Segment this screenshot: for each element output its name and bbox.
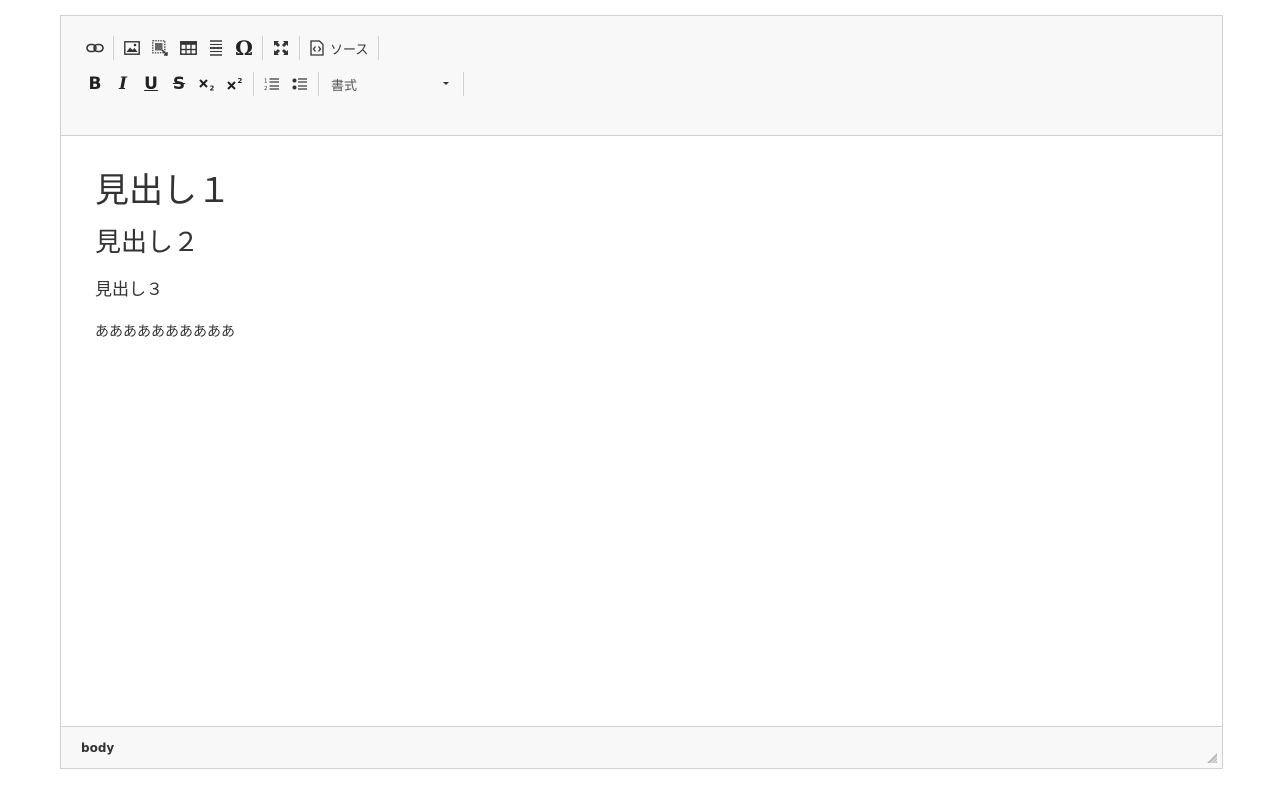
paragraph: ああああああああああ (95, 324, 235, 340)
italic-label: I (119, 74, 127, 94)
toolbar-row-2: B I U S 2 2 1 2 書式 (81, 68, 1222, 100)
underline-label: U (144, 74, 158, 94)
table-icon (179, 41, 197, 55)
heading-3: 見出し３ (95, 280, 163, 300)
element-path-body[interactable]: body (81, 741, 114, 755)
link-icon (86, 43, 104, 53)
toolbar-group-basicstyles: B I U S 2 2 (81, 70, 249, 98)
toolbar-separator (463, 72, 464, 96)
editor-content-area[interactable]: 見出し１ 見出し２ 見出し３ ああああああああああ (61, 136, 1222, 728)
special-char-button[interactable]: Ω (230, 34, 258, 62)
superscript-button[interactable]: 2 (221, 70, 249, 98)
toolbar-row-1: Ω ソース (81, 32, 1222, 64)
bulleted-list-button[interactable] (286, 70, 314, 98)
toolbar-group-styles: 書式 (323, 70, 459, 98)
toolbar-separator (253, 72, 254, 96)
editor-toolbar: Ω ソース B I U S 2 2 1 2 書式 (61, 16, 1222, 136)
strike-label: S (172, 74, 186, 94)
numbered-list-icon: 1 2 (264, 78, 279, 91)
maximize-icon (274, 41, 288, 55)
svg-text:2: 2 (210, 85, 215, 92)
subscript-icon: 2 (199, 79, 215, 92)
rich-text-editor: Ω ソース B I U S 2 2 1 2 書式 見出し１ 見出し２ 見出し３ … (60, 15, 1223, 769)
toolbar-separator (378, 36, 380, 60)
source-button-label: ソース (330, 42, 369, 58)
toolbar-group-tools (267, 34, 295, 62)
italic-button[interactable]: I (109, 70, 137, 98)
editor-statusbar: body (61, 726, 1222, 768)
bulleted-list-icon (292, 78, 307, 90)
maximize-button[interactable] (267, 34, 295, 62)
horizontal-line-icon (210, 40, 222, 56)
horizontal-line-button[interactable] (202, 34, 230, 62)
toolbar-group-lists: 1 2 (258, 70, 314, 98)
underline-button[interactable]: U (137, 70, 165, 98)
iframe-button[interactable] (146, 34, 174, 62)
subscript-button[interactable]: 2 (193, 70, 221, 98)
toolbar-group-insert: Ω (118, 34, 258, 62)
svg-text:2: 2 (238, 77, 243, 85)
toolbar-group-document: ソース (304, 34, 374, 62)
link-button[interactable] (81, 34, 109, 62)
bold-button[interactable]: B (81, 70, 109, 98)
format-dropdown-label: 書式 (331, 78, 358, 94)
format-dropdown[interactable]: 書式 (323, 70, 459, 98)
resize-grip-icon[interactable] (1207, 753, 1217, 763)
heading-1: 見出し１ (95, 171, 231, 211)
toolbar-separator (318, 72, 319, 96)
svg-text:2: 2 (264, 86, 268, 91)
iframe-icon (152, 40, 168, 56)
bold-label: B (88, 74, 102, 94)
table-button[interactable] (174, 34, 202, 62)
image-button[interactable] (118, 34, 146, 62)
svg-text:1: 1 (264, 79, 268, 85)
source-button[interactable]: ソース (304, 34, 374, 62)
superscript-icon: 2 (227, 77, 243, 90)
image-icon (124, 41, 140, 55)
omega-icon: Ω (235, 36, 253, 60)
toolbar-separator (299, 36, 300, 60)
toolbar-separator (113, 36, 114, 60)
heading-2: 見出し２ (95, 228, 200, 258)
chevron-down-icon (443, 82, 449, 85)
numbered-list-button[interactable]: 1 2 (258, 70, 286, 98)
strike-button[interactable]: S (165, 70, 193, 98)
source-icon (310, 40, 324, 56)
toolbar-separator (262, 36, 263, 60)
toolbar-group-links (81, 34, 109, 62)
